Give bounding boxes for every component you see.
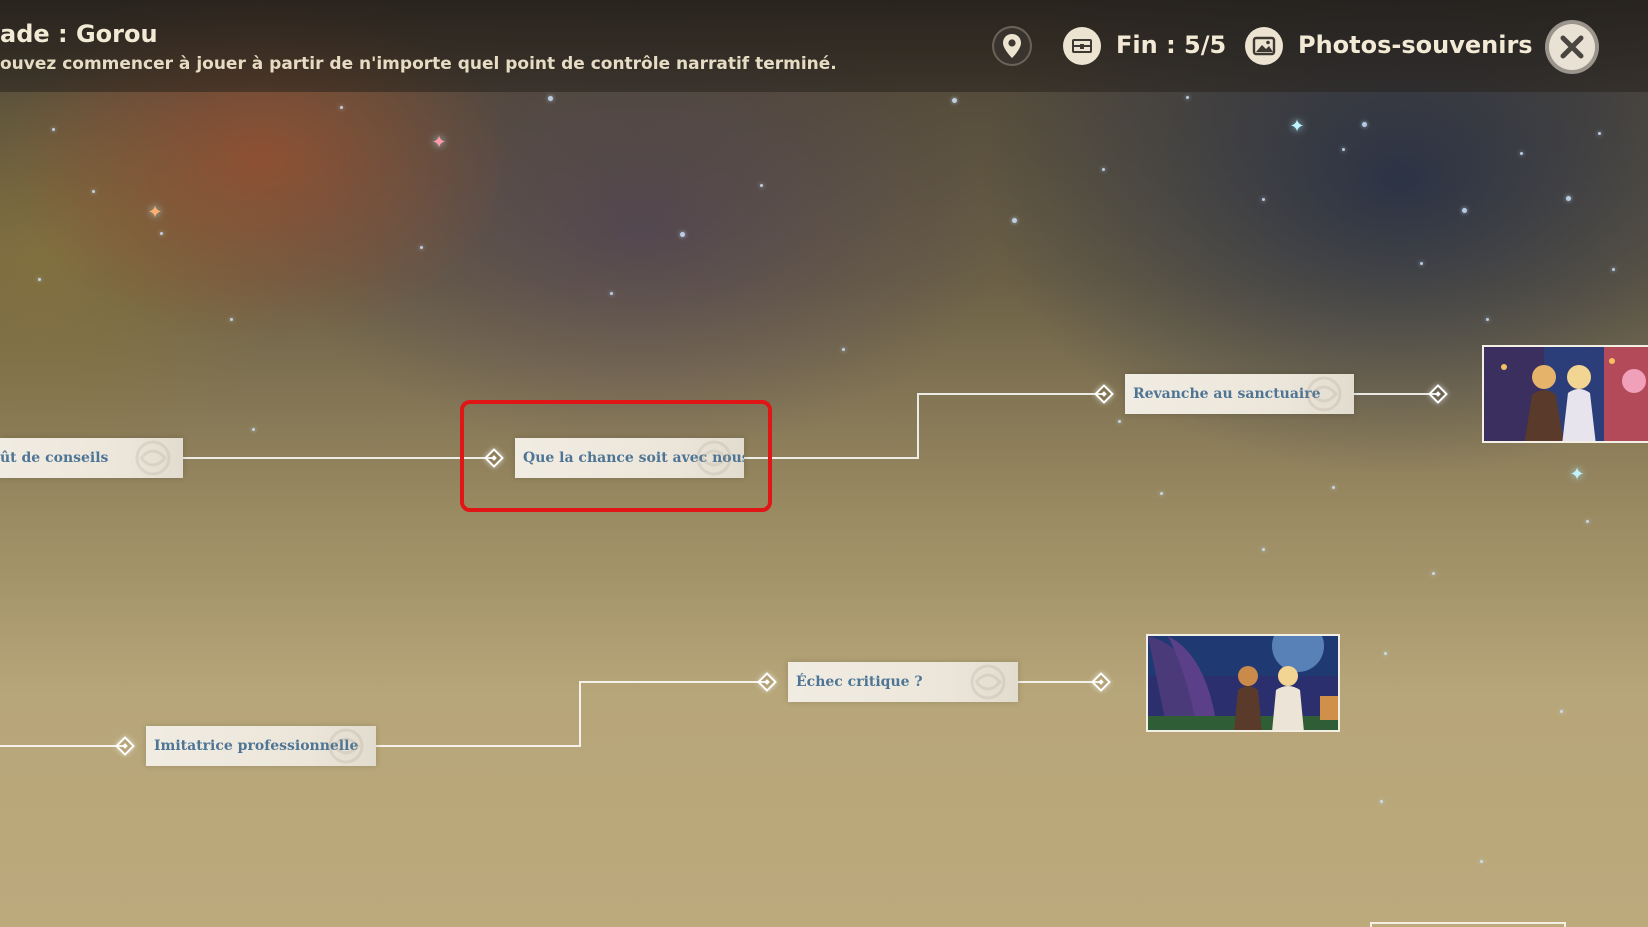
emblem-icon bbox=[970, 664, 1006, 700]
emblem-icon bbox=[135, 440, 171, 476]
story-node-label: Échec critique ? bbox=[796, 674, 923, 690]
ending-photo-image bbox=[1484, 347, 1648, 441]
ending-photo-image bbox=[1148, 636, 1338, 730]
story-node-label: ût de conseils bbox=[0, 450, 109, 466]
story-branch-lines bbox=[0, 393, 1438, 747]
ending-photo-2[interactable] bbox=[1146, 634, 1340, 732]
ending-photo-3[interactable] bbox=[1370, 922, 1566, 927]
ending-photo-1[interactable] bbox=[1482, 345, 1648, 443]
story-map-screen: ✦ ✦ ✦ ✦ ade : Gorou ouvez commencer à jo… bbox=[0, 0, 1648, 927]
story-node-echec-critique[interactable]: Échec critique ? bbox=[788, 662, 1018, 702]
story-node-revanche-au-sanctuaire[interactable]: Revanche au sanctuaire bbox=[1125, 374, 1354, 414]
story-node-que-la-chance[interactable]: Que la chance soit avec nous bbox=[515, 438, 744, 478]
emblem-icon bbox=[328, 728, 364, 764]
emblem-icon bbox=[1306, 376, 1342, 412]
story-node-fut-de-conseils[interactable]: ût de conseils bbox=[0, 438, 183, 478]
emblem-icon bbox=[696, 440, 732, 476]
story-node-imitatrice-professionnelle[interactable]: Imitatrice professionnelle bbox=[146, 726, 376, 766]
